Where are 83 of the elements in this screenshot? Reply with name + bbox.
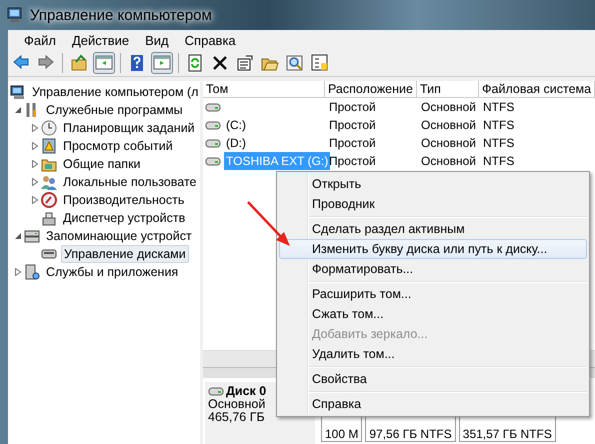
drive-icon	[205, 118, 221, 132]
drive-icon	[205, 154, 221, 168]
panel-toggle-icon	[153, 54, 171, 72]
tree-item[interactable]: Управление дисками	[61, 245, 189, 263]
tree-item[interactable]: Просмотр событий	[61, 138, 175, 154]
menu-item[interactable]: Действие	[64, 30, 138, 50]
help-icon	[128, 54, 146, 72]
tree-item[interactable]: Управление компьютером (л	[30, 84, 200, 100]
clock-icon	[41, 120, 57, 136]
collapsed-triangle-icon[interactable]	[14, 268, 22, 276]
menu-item[interactable]: Справка	[176, 30, 244, 50]
tree-item[interactable]: Запоминающие устройст	[44, 228, 194, 244]
drive-icon	[205, 100, 221, 114]
table-cell-text: Основной	[420, 153, 478, 170]
menu-item[interactable]: Свойства	[279, 369, 587, 389]
drive-icon	[205, 136, 221, 150]
menu-item[interactable]: Файл	[16, 30, 64, 50]
volume-cell[interactable]: (D:)	[203, 134, 325, 152]
table-cell-text: Простой	[328, 99, 377, 116]
disk-type: Основной	[208, 398, 266, 411]
column-header[interactable]: Том	[203, 81, 325, 98]
panel-toggle-icon	[95, 54, 113, 72]
tree-item[interactable]: Локальные пользовате	[61, 174, 198, 190]
computer-icon	[6, 7, 24, 23]
computer-icon	[10, 84, 26, 100]
collapsed-triangle-icon[interactable]	[31, 142, 39, 150]
table-cell-text: Основной	[420, 135, 478, 152]
column-header[interactable]: Тип	[417, 81, 479, 98]
column-header[interactable]: Файловая система	[479, 81, 595, 98]
column-header[interactable]: Расположение	[325, 81, 417, 98]
search-icon	[286, 54, 304, 72]
table-cell-text: NTFS	[482, 99, 516, 116]
list-icon	[311, 54, 329, 72]
tree-item[interactable]: Производительность	[61, 192, 186, 208]
users-icon	[41, 174, 57, 190]
collapsed-triangle-icon[interactable]	[31, 160, 39, 168]
volume-name[interactable]: (D:)	[224, 134, 248, 152]
table-cell-text: Простой	[328, 117, 377, 134]
delete-icon	[211, 54, 229, 72]
collapsed-triangle-icon[interactable]	[31, 124, 39, 132]
services-icon	[24, 264, 40, 280]
menu-item[interactable]: Сжать том...	[279, 304, 587, 324]
menu-item[interactable]: Удалить том...	[279, 344, 587, 364]
document-icon	[236, 54, 254, 72]
folder-icon	[70, 54, 88, 72]
menu-item[interactable]: Изменить букву диска или путь к диску...	[279, 239, 587, 259]
window-title: Управление компьютером	[30, 6, 212, 24]
volume-cell[interactable]: (C:)	[203, 116, 325, 134]
disk-name: Диск 0	[226, 385, 266, 398]
tree-item[interactable]: Службы и приложения	[44, 264, 180, 280]
storage-icon	[24, 228, 40, 244]
menu-item[interactable]: Сделать раздел активным	[279, 219, 587, 239]
drive-icon	[208, 385, 224, 398]
tree-item[interactable]: Служебные программы	[44, 102, 185, 118]
tree-item[interactable]: Диспетчер устройств	[61, 210, 188, 226]
table-cell-text: NTFS	[482, 117, 516, 134]
pointer-arrow	[246, 200, 292, 248]
event-log-icon	[41, 138, 57, 154]
panel-toggle-button[interactable]	[151, 52, 173, 74]
expanded-triangle-icon[interactable]	[14, 106, 22, 114]
table-cell-text: NTFS	[482, 135, 516, 152]
tree-item[interactable]: Общие папки	[61, 156, 143, 172]
table-cell-text: NTFS	[482, 153, 516, 170]
menu-item[interactable]: Проводник	[279, 194, 587, 214]
collapsed-triangle-icon[interactable]	[31, 178, 39, 186]
gauge-icon	[41, 192, 57, 208]
menu-item[interactable]: Вид	[137, 30, 177, 50]
volume-name[interactable]: (C:)	[224, 116, 248, 134]
table-cell-text: Основной	[420, 99, 478, 116]
panel-toggle-button[interactable]	[93, 52, 115, 74]
refresh-icon	[186, 54, 204, 72]
menu-item[interactable]: Форматировать...	[279, 259, 587, 279]
device-icon	[41, 210, 57, 226]
table-cell-text: Основной	[420, 117, 478, 134]
expanded-triangle-icon[interactable]	[14, 232, 22, 240]
collapsed-triangle-icon[interactable]	[31, 196, 39, 204]
back-icon	[12, 54, 30, 72]
tree-item[interactable]: Планировщик заданий	[61, 120, 197, 136]
table-cell-text: Простой	[328, 135, 377, 152]
menu-item[interactable]: Открыть	[279, 174, 587, 194]
disk-size: 465,76 ГБ	[208, 411, 266, 424]
forward-icon	[37, 54, 55, 72]
menu-item[interactable]: Расширить том...	[279, 284, 587, 304]
